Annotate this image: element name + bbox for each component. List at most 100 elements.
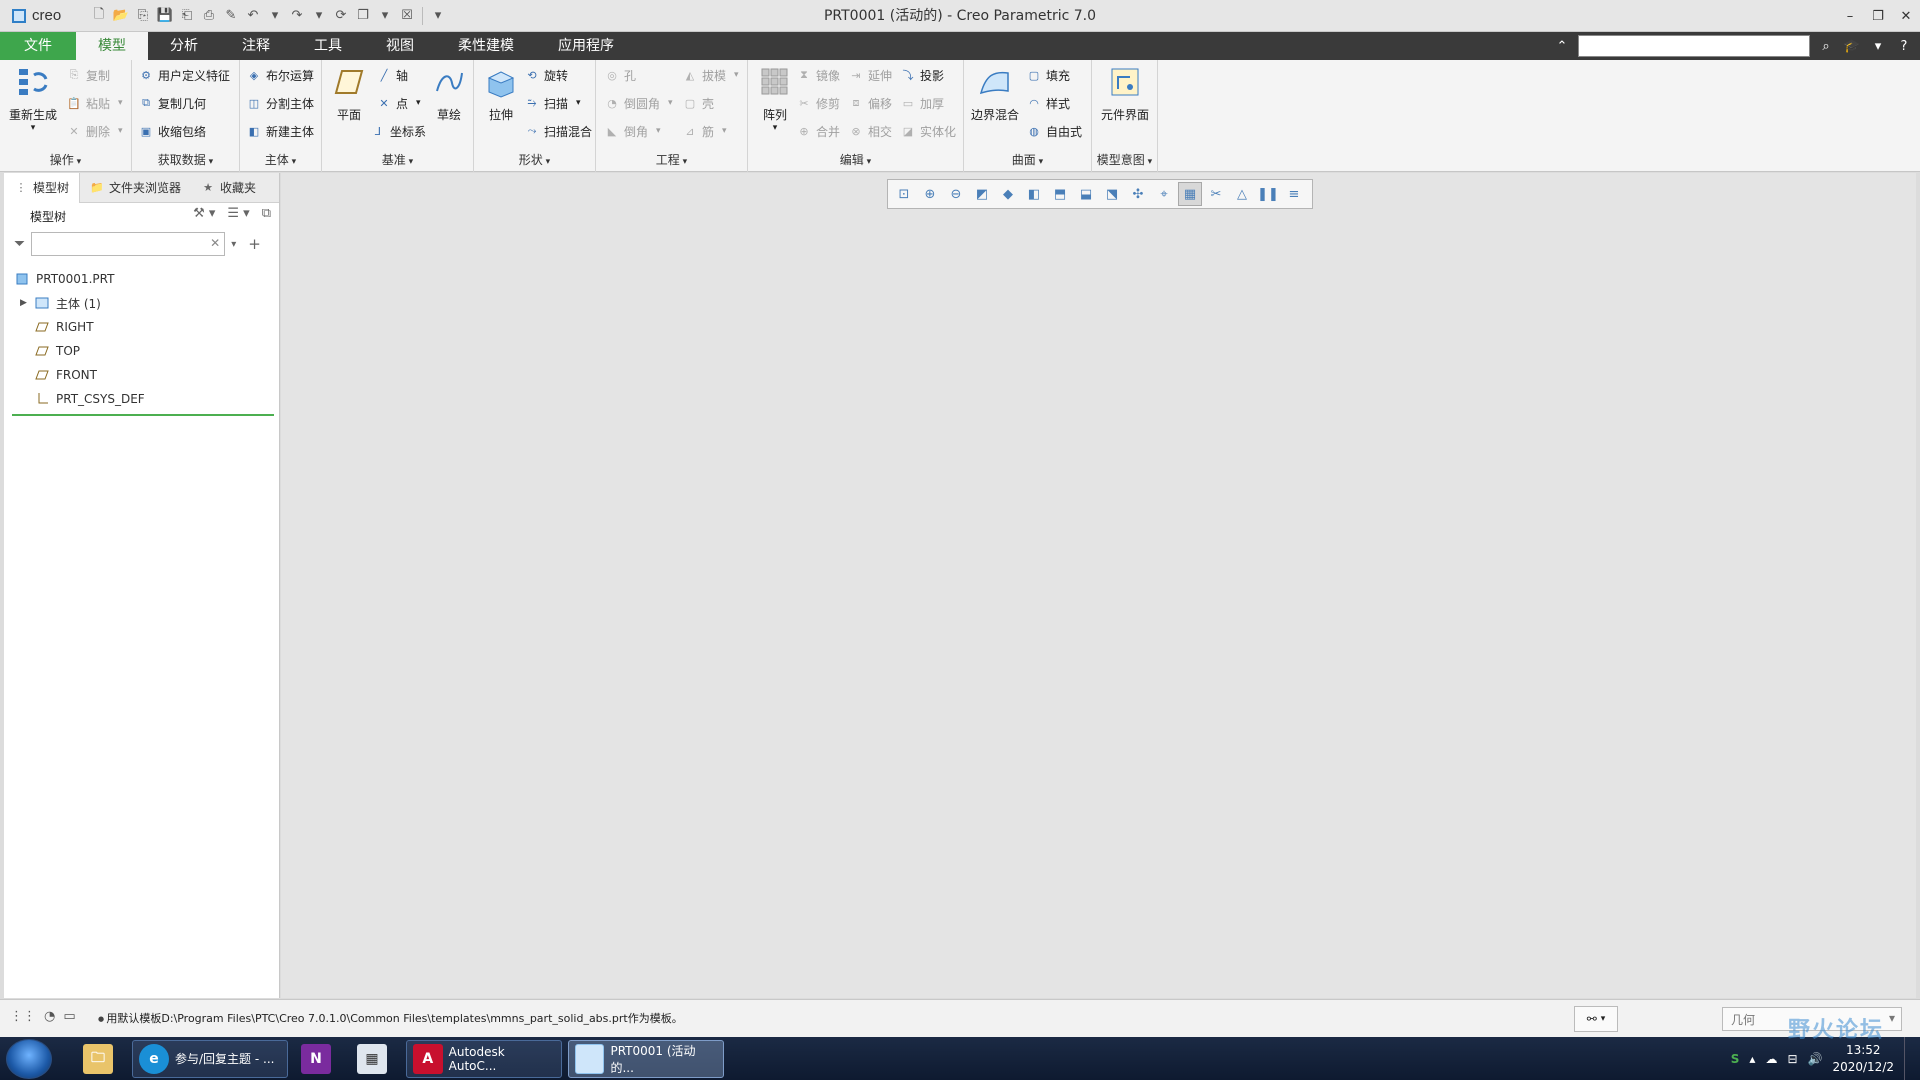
windows-dropdown-icon[interactable]: ▾ [376,7,394,25]
hole-button[interactable]: ◎ 孔 [604,64,636,86]
open-icon[interactable]: ⎘ [134,7,152,25]
learning-icon[interactable]: 🎓 [1842,39,1862,54]
command-search-input[interactable] [1578,35,1810,57]
taskbar-calculator[interactable]: ▦ [350,1040,400,1078]
tab-tools[interactable]: 工具 [292,32,364,60]
tab-flexible-modeling[interactable]: 柔性建模 [436,32,536,60]
copy-button[interactable]: ⎘ 复制 [66,64,110,86]
zoom-in-icon[interactable]: ⊕ [918,182,942,206]
tab-folder-browser[interactable]: 📁 文件夹浏览器 [80,173,191,203]
sweep-button[interactable]: ⥲ 扫描 ▾ [524,92,581,114]
plane-button[interactable]: 平面 [322,64,376,123]
pattern-dropdown-icon[interactable]: ▾ [748,123,802,133]
tree-node-top[interactable]: TOP [4,339,279,363]
boundary-blend-button[interactable]: 边界混合 [964,64,1026,123]
style-button[interactable]: ◠ 样式 [1026,92,1070,114]
group-label-datum[interactable]: 基准 [322,151,473,168]
rib-button[interactable]: ⊿ 筋 ▾ [682,120,727,142]
extrude-button[interactable]: 拉伸 [474,64,528,123]
volume-icon[interactable]: 🔊 [1808,1052,1823,1066]
clock[interactable]: 13:52 2020/12/2 [1832,1042,1894,1076]
point-button[interactable]: ✕ 点 ▾ [376,92,421,114]
help-icon[interactable]: ? [1894,39,1914,54]
cloud-icon[interactable]: ☁ [1765,1052,1777,1066]
group-label-body[interactable]: 主体 [240,151,321,168]
taskbar-explorer[interactable]: 🗀 [76,1040,126,1078]
save-icon[interactable]: 💾 [156,7,174,25]
redo-icon[interactable]: ↷ [288,7,306,25]
display-style-icon[interactable]: ◆ [996,182,1020,206]
regenerate-dropdown-icon[interactable]: ▾ [6,123,60,133]
component-interface-button[interactable]: 元件界面 [1096,64,1154,123]
merge-button[interactable]: ⊕ 合并 [796,120,840,142]
undo-icon[interactable]: ↶ [244,7,262,25]
tree-node-csys[interactable]: PRT_CSYS_DEF [4,387,279,411]
find-button[interactable]: ⚯ ▾ [1574,1006,1618,1032]
regenerate-button[interactable]: 重新生成 ▾ [6,64,60,133]
save-copy-icon[interactable]: ⎗ [178,7,196,25]
thicken-button[interactable]: ▭ 加厚 [900,92,944,114]
repaint-icon[interactable]: ◩ [970,182,994,206]
pattern-button[interactable]: 阵列 ▾ [748,64,802,133]
group-label-get-data[interactable]: 获取数据 [132,151,239,168]
tab-analysis[interactable]: 分析 [148,32,220,60]
tree-settings-icon[interactable]: ⚒ ▾ [193,206,215,221]
group-label-surfaces[interactable]: 曲面 [964,151,1091,168]
extend-button[interactable]: ⇥ 延伸 [848,64,892,86]
taskbar-edge[interactable]: e 参与/回复主题 - ... [132,1039,288,1078]
show-hidden-icons-icon[interactable]: ▴ [1749,1052,1755,1066]
freestyle-button[interactable]: ◍ 自由式 [1026,120,1082,142]
maximize-icon[interactable]: ❐ [1864,0,1892,32]
sweep-dropdown-icon[interactable]: ▾ [576,98,581,108]
tab-applications[interactable]: 应用程序 [536,32,636,60]
customize-qat-icon[interactable]: ▾ [429,7,447,25]
full-screen-icon[interactable]: ▭ [63,1009,75,1024]
tab-model-tree[interactable]: ⋮ 模型树 [4,172,81,203]
pause-icon[interactable]: ❚❚ [1256,182,1280,206]
rib-dropdown-icon[interactable]: ▾ [722,126,727,136]
mirror-button[interactable]: ⧗ 镜像 [796,64,840,86]
draft-button[interactable]: ◭ 拔模 ▾ [682,64,739,86]
saved-orientations-icon[interactable]: ◧ [1022,182,1046,206]
revolve-button[interactable]: ⟲ 旋转 [524,64,568,86]
learning-dropdown-icon[interactable]: ▾ [1868,39,1888,54]
redo-dropdown-icon[interactable]: ▾ [310,7,328,25]
intersect-button[interactable]: ⊗ 相交 [848,120,892,142]
paste-dropdown-icon[interactable]: ▾ [118,98,123,108]
section-icon[interactable]: ⬔ [1100,182,1124,206]
chamfer-dropdown-icon[interactable]: ▾ [656,126,661,136]
regenerate-small-icon[interactable]: ✎ [222,7,240,25]
graphics-area[interactable]: ⊡ ⊕ ⊖ ◩ ◆ ◧ ⬒ ⬓ ⬔ ✣ ⌖ ▦ ✂ △ ❚❚ ≡ [281,173,1916,998]
boolean-button[interactable]: ◈ 布尔运算 [246,64,314,86]
clear-search-icon[interactable]: ✕ [210,236,220,250]
group-label-model-intent[interactable]: 模型意图 [1092,151,1157,168]
paste-button[interactable]: 📋 粘贴 ▾ [66,92,123,114]
undo-dropdown-icon[interactable]: ▾ [266,7,284,25]
trim-button[interactable]: ✂ 修剪 [796,92,840,114]
group-label-shapes[interactable]: 形状 [474,151,595,168]
offset-button[interactable]: ⧈ 偏移 [848,92,893,114]
tree-filter-icon[interactable]: ⧉ [262,206,271,221]
toggle-navigator-icon[interactable]: ⋮⋮ [10,1009,36,1024]
round-button[interactable]: ◔ 倒圆角 ▾ [604,92,673,114]
minimize-icon[interactable]: – [1836,0,1864,32]
filter-icon[interactable]: ⏷ [14,236,25,252]
tree-node-right[interactable]: RIGHT [4,315,279,339]
annotation-display-icon[interactable]: ⌖ [1152,182,1176,206]
open-folder-icon[interactable]: 📂 [112,7,130,25]
csys-button[interactable]: ⅃ 坐标系 [370,120,426,142]
round-dropdown-icon[interactable]: ▾ [668,98,673,108]
taskbar-autocad[interactable]: A Autodesk AutoC... [406,1039,562,1078]
sketch-button[interactable]: 草绘 [422,64,476,123]
close-window-icon[interactable]: ☒ [398,7,416,25]
show-desktop-button[interactable] [1904,1037,1910,1080]
point-dropdown-icon[interactable]: ▾ [416,98,421,108]
cut-section-icon[interactable]: ✂ [1204,182,1228,206]
tab-file[interactable]: 文件 [0,32,76,60]
datum-display-icon[interactable]: ✣ [1126,182,1150,206]
copy-geometry-button[interactable]: ⧉ 复制几何 [138,92,206,114]
udf-button[interactable]: ⚙ 用户定义特征 [138,64,230,86]
tree-search-input[interactable]: ✕ [31,232,226,256]
axis-button[interactable]: ╱ 轴 [376,64,408,86]
delete-button[interactable]: ✕ 删除 ▾ [66,120,122,142]
